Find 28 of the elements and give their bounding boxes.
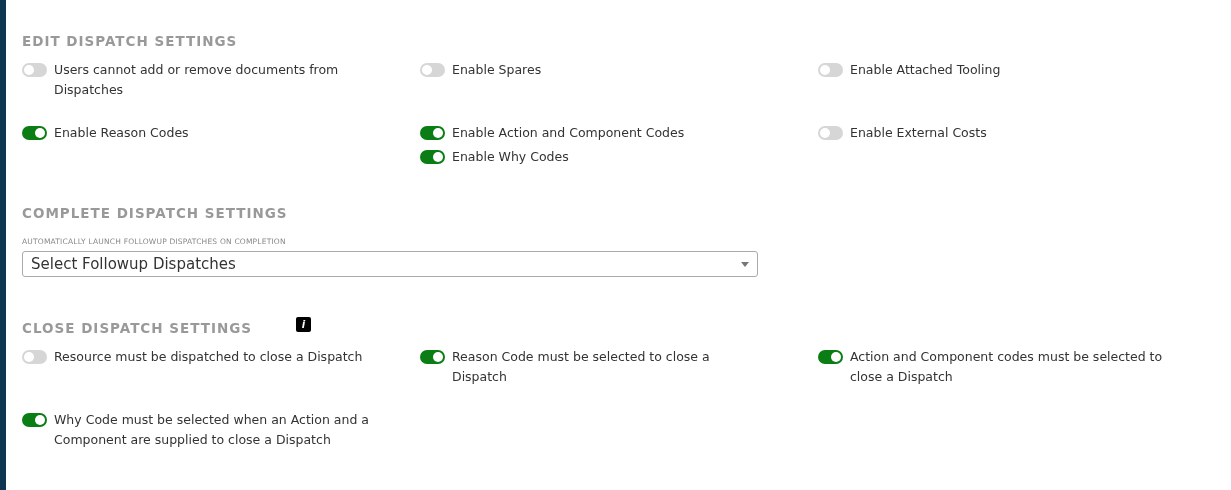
toggle-label: Why Code must be selected when an Action and a Component are supplied to close a Dispatch [54,411,369,449]
toggle-label: Enable Attached Tooling [850,61,1001,79]
toggle-switch[interactable] [22,350,47,364]
toggle-label: Enable Spares [452,61,542,79]
toggle-label: Enable Reason Codes [54,124,189,142]
section-title: COMPLETE DISPATCH SETTINGS [22,204,289,222]
toggle-label: Enable External Costs [850,124,987,142]
toggle-switch[interactable] [420,126,445,140]
toggle-label: Enable Action and Component Codes [452,124,685,142]
toggle-switch[interactable] [420,150,445,164]
toggle-label: Users cannot add or remove documents from Dispatches [54,61,340,99]
caret-icon [741,261,749,267]
toggle-switch[interactable] [818,63,843,77]
toggle-label: Resource must be dispatched to close a Dispatch [54,348,363,366]
toggle-label: Enable Why Codes [452,148,569,166]
info-icon[interactable]: i [296,316,312,332]
toggle-switch[interactable] [22,413,47,427]
followup-dropdown[interactable]: Select Followup Dispatches [22,251,758,277]
toggle-label: Action and Component codes must be selected to close a Dispatch [850,348,1164,386]
toggle-switch[interactable] [818,126,843,140]
section-title: EDIT DISPATCH SETTINGS [22,32,239,50]
toggle-label: Reason Code must be selected to close a Dispatch [452,348,711,386]
toggle-switch[interactable] [22,126,47,140]
section-title: CLOSE DISPATCH SETTINGS [22,319,253,337]
toggle-switch[interactable] [22,63,47,77]
toggle-switch[interactable] [420,350,445,364]
toggle-switch[interactable] [818,350,843,364]
toggle-switch[interactable] [420,63,445,77]
